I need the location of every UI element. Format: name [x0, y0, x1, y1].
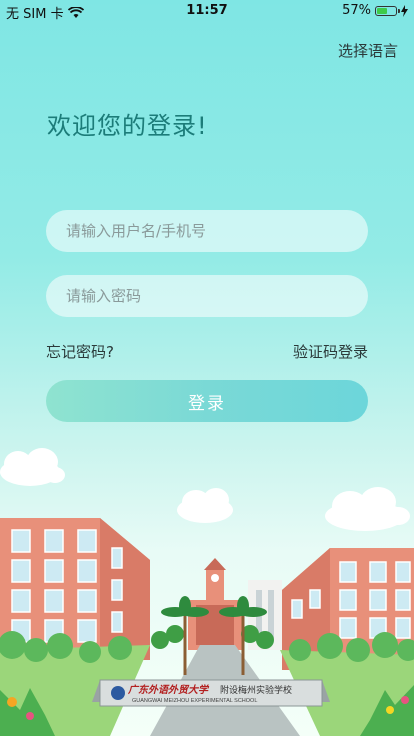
username-input[interactable]: [46, 210, 368, 252]
status-right: 57%: [342, 3, 408, 18]
sms-login-link[interactable]: 验证码登录: [293, 341, 368, 362]
charging-bolt-icon: [401, 4, 408, 17]
school-logo-icon: [111, 686, 125, 700]
battery-fill: [377, 7, 388, 14]
school-name-en: GUANGWAI MEIZHOU EXPERIMENTAL SCHOOL: [132, 698, 257, 704]
password-input[interactable]: [46, 275, 368, 317]
school-sign: 广东外语外贸大学 附设梅州实验学校 GUANGWAI MEIZHOU EXPER…: [92, 679, 330, 707]
forgot-password-link[interactable]: 忘记密码?: [46, 341, 114, 362]
welcome-title: 欢迎您的登录!: [47, 112, 208, 140]
status-bar: 无 SIM 卡 11:57 57%: [0, 0, 414, 22]
language-selector[interactable]: 选择语言: [338, 40, 398, 61]
battery-icon: [375, 5, 400, 16]
battery-percent: 57%: [342, 3, 371, 18]
school-name-suffix: 附设梅州实验学校: [220, 684, 292, 695]
school-name-cn: 广东外语外贸大学: [127, 684, 210, 696]
campus-illustration: 广东外语外贸大学 附设梅州实验学校 GUANGWAI MEIZHOU EXPER…: [0, 448, 414, 736]
login-button[interactable]: 登录: [46, 380, 368, 422]
